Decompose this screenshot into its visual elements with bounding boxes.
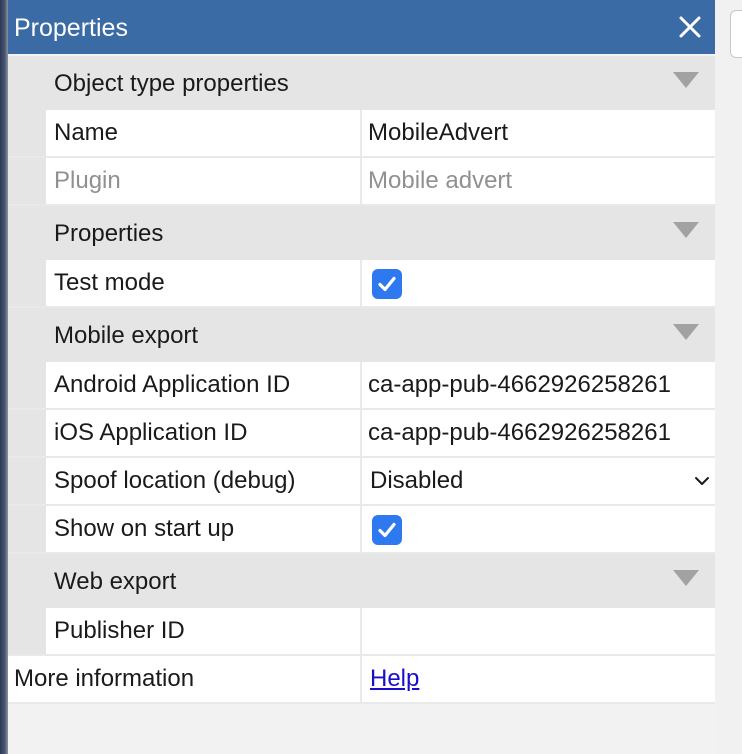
property-key: Plugin [54,167,121,194]
row-gutter [8,506,46,552]
column-divider[interactable] [360,362,362,408]
section-mobile-export[interactable]: Mobile export [8,308,715,362]
column-divider[interactable] [360,458,362,504]
close-icon [679,16,701,38]
properties-panel: Properties Object type properties Name M… [8,0,715,754]
property-row-spoof-location[interactable]: Spoof location (debug) Disabled [8,458,715,506]
column-divider[interactable] [360,506,362,552]
triangle-down-icon[interactable] [673,570,699,586]
help-value: Help [370,665,717,693]
background-window-edge [0,0,8,754]
property-key: Name [54,119,119,146]
panel-title: Properties [14,14,128,42]
column-divider[interactable] [360,608,362,654]
row-gutter [8,362,46,408]
property-key: Spoof location (debug) [54,467,296,494]
spoof-location-selected: Disabled [370,467,464,494]
row-gutter [8,158,46,204]
property-key: Publisher ID [54,617,185,644]
section-object-type-properties[interactable]: Object type properties [8,56,715,110]
row-gutter [8,260,46,306]
more-information-row: More information Help [8,656,715,704]
column-divider[interactable] [360,260,362,306]
property-row-show-on-startup[interactable]: Show on start up [8,506,715,554]
property-row-test-mode[interactable]: Test mode [8,260,715,308]
column-divider[interactable] [360,110,362,156]
column-divider[interactable] [360,656,362,702]
section-properties[interactable]: Properties [8,206,715,260]
property-row-publisher-id[interactable]: Publisher ID [8,608,715,656]
column-divider[interactable] [360,410,362,456]
property-grid: Object type properties Name MobileAdvert… [8,56,715,704]
background-window-right [715,0,742,754]
section-label: Object type properties [54,70,289,97]
property-key: Android Application ID [54,371,291,398]
checkmark-icon [378,522,396,538]
spoof-location-select[interactable]: Disabled [370,467,670,495]
section-web-export[interactable]: Web export [8,554,715,608]
name-value-field[interactable]: MobileAdvert [368,119,715,147]
property-row-name[interactable]: Name MobileAdvert [8,110,715,158]
test-mode-checkbox[interactable] [372,269,402,299]
triangle-down-icon[interactable] [673,222,699,238]
background-scroll-edge [730,10,742,58]
property-row-ios-app-id[interactable]: iOS Application ID ca-app-pub-4662926258… [8,410,715,458]
close-button[interactable] [675,12,705,42]
ios-app-id-field[interactable]: ca-app-pub-4662926258261 [368,419,715,447]
row-gutter [8,110,46,156]
android-app-id-field[interactable]: ca-app-pub-4662926258261 [368,371,715,399]
section-label: Mobile export [54,322,199,349]
column-divider[interactable] [360,158,362,204]
property-row-android-app-id[interactable]: Android Application ID ca-app-pub-466292… [8,362,715,410]
section-label: Web export [54,568,177,595]
show-on-startup-checkbox[interactable] [372,515,402,545]
property-row-plugin: Plugin Mobile advert [8,158,715,206]
triangle-down-icon[interactable] [673,72,699,88]
row-gutter [8,458,46,504]
plugin-value: Mobile advert [368,167,513,194]
checkmark-icon [378,276,396,292]
chevron-down-icon[interactable] [693,474,711,488]
property-key: Test mode [54,269,165,296]
help-link[interactable]: Help [370,665,419,692]
panel-titlebar[interactable]: Properties [8,0,715,54]
property-key: Show on start up [54,515,235,542]
section-label: Properties [54,220,164,247]
row-gutter [8,410,46,456]
triangle-down-icon[interactable] [673,324,699,340]
row-gutter [8,608,46,654]
more-information-label: More information [14,665,195,692]
property-key: iOS Application ID [54,419,248,446]
